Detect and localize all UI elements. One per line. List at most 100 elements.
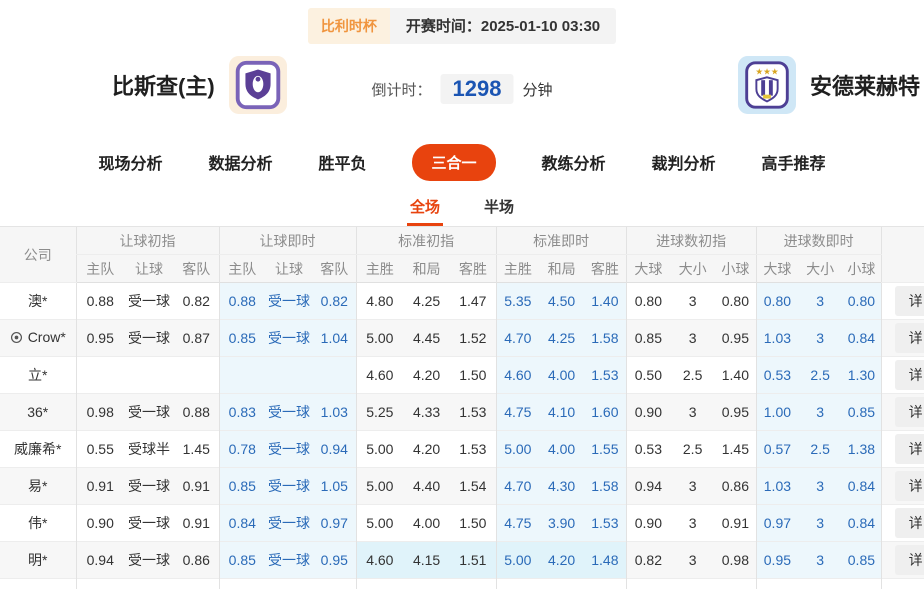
company-name: 伟* xyxy=(28,513,47,533)
away-team: ★★★ 安德莱赫特 xyxy=(738,56,920,114)
odds-cell-hc_init-2: 受一球 xyxy=(124,505,174,542)
odds-cell-std_live-1: 5.35 xyxy=(496,283,539,320)
odds-cell-empty xyxy=(76,579,124,589)
kickoff-time: 开赛时间：2025-01-10 03:30 xyxy=(390,8,616,44)
detail-button[interactable]: 详 xyxy=(895,397,924,427)
odds-cell-std_live-1: 4.75 xyxy=(496,394,539,431)
detail-cell: 详 xyxy=(881,283,924,320)
odds-cell-hc_init-3: 0.91 xyxy=(174,468,219,505)
odds-cell-ou_init-1: 0.94 xyxy=(626,468,670,505)
odds-cell-hc_live-1: 0.84 xyxy=(219,505,265,542)
odds-cell-std_init-1: 5.00 xyxy=(356,468,403,505)
subcol-header-ou_init-2: 大小 xyxy=(670,255,715,283)
odds-cell-hc_init-1: 0.94 xyxy=(76,542,124,579)
group-header-hc_init: 让球初指 xyxy=(76,227,219,255)
odds-table-body: 澳*0.88受一球0.820.88受一球0.824.804.251.475.35… xyxy=(0,283,924,589)
odds-row-6: 易*0.91受一球0.910.85受一球1.055.004.401.544.70… xyxy=(0,468,924,505)
countdown-value: 1298 xyxy=(441,74,514,104)
subcol-header-hc_live-2: 让球 xyxy=(265,255,313,283)
detail-button[interactable]: 详 xyxy=(895,323,924,353)
odds-cell-ou_init-3: 0.86 xyxy=(715,468,756,505)
match-info-bar: 比利时杯 开赛时间：2025-01-10 03:30 xyxy=(0,8,924,44)
odds-cell-ou_init-1: 0.85 xyxy=(626,320,670,357)
company-cell xyxy=(0,579,76,589)
detail-cell xyxy=(881,579,924,589)
odds-cell-hc_init-2: 受一球 xyxy=(124,542,174,579)
odds-cell-std_init-1: 5.00 xyxy=(356,505,403,542)
detail-button[interactable]: 详 xyxy=(895,471,924,501)
odds-row-7: 伟*0.90受一球0.910.84受一球0.975.004.001.504.75… xyxy=(0,505,924,542)
odds-cell-hc_live-2 xyxy=(265,357,313,394)
detail-cell: 详 xyxy=(881,542,924,579)
company-cell: 36* xyxy=(0,394,76,431)
odds-cell-hc_live-1: 0.85 xyxy=(219,468,265,505)
nav-tab-5[interactable]: 教练分析 xyxy=(542,150,606,174)
odds-cell-std_init-2: 4.33 xyxy=(403,394,450,431)
odds-cell-std_init-2: 4.00 xyxy=(403,505,450,542)
odds-cell-std_live-3: 1.53 xyxy=(584,505,626,542)
odds-row-partial xyxy=(0,579,924,589)
odds-cell-std_init-2: 4.40 xyxy=(403,468,450,505)
odds-cell-ou_init-2: 3 xyxy=(670,542,715,579)
odds-cell-hc_live-2: 受一球 xyxy=(265,542,313,579)
detail-button[interactable]: 详 xyxy=(895,434,924,464)
odds-cell-ou_live-2: 3 xyxy=(798,320,842,357)
odds-cell-std_init-1: 4.80 xyxy=(356,283,403,320)
odds-cell-hc_live-3 xyxy=(313,357,356,394)
nav-tab-6[interactable]: 裁判分析 xyxy=(652,150,716,174)
odds-cell-ou_live-3: 1.38 xyxy=(842,431,881,468)
group-header-hc_live: 让球即时 xyxy=(219,227,356,255)
odds-row-5: 威廉希*0.55受球半1.450.78受一球0.945.004.201.535.… xyxy=(0,431,924,468)
group-header-std_init: 标准初指 xyxy=(356,227,496,255)
subtab-1[interactable]: 全场 xyxy=(407,188,443,226)
odds-cell-ou_live-1: 1.00 xyxy=(756,394,798,431)
svg-text:★★★: ★★★ xyxy=(755,66,779,76)
detail-cell: 详 xyxy=(881,505,924,542)
subcol-header-hc_init-2: 让球 xyxy=(124,255,174,283)
odds-cell-std_live-3: 1.60 xyxy=(584,394,626,431)
nav-tab-2[interactable]: 数据分析 xyxy=(208,150,272,174)
odds-cell-hc_init-2: 受一球 xyxy=(124,468,174,505)
league-badge: 比利时杯 xyxy=(308,8,390,44)
odds-cell-hc_live-2: 受一球 xyxy=(265,394,313,431)
nav-tab-4[interactable]: 三合一 xyxy=(412,144,495,181)
nav-tab-7[interactable]: 高手推荐 xyxy=(762,150,826,174)
subcol-header-std_init-1: 主胜 xyxy=(356,255,403,283)
detail-button[interactable]: 详 xyxy=(895,286,924,316)
company-name: 36* xyxy=(27,404,48,420)
odds-cell-hc_live-3: 0.94 xyxy=(313,431,356,468)
subcol-header-ou_live-2: 大小 xyxy=(798,255,842,283)
detail-header xyxy=(881,227,924,283)
nav-tab-3[interactable]: 胜平负 xyxy=(318,150,366,174)
odds-cell-ou_init-2: 3 xyxy=(670,505,715,542)
odds-cell-ou_init-2: 3 xyxy=(670,394,715,431)
company-header: 公司 xyxy=(0,227,76,283)
odds-cell-std_init-3: 1.47 xyxy=(450,283,496,320)
odds-cell-hc_init-3 xyxy=(174,357,219,394)
detail-button[interactable]: 详 xyxy=(895,545,924,575)
odds-cell-ou_live-3: 0.84 xyxy=(842,505,881,542)
odds-cell-hc_live-3: 0.97 xyxy=(313,505,356,542)
odds-cell-hc_init-3: 1.45 xyxy=(174,431,219,468)
group-header-ou_init: 进球数初指 xyxy=(626,227,756,255)
odds-cell-ou_init-1: 0.90 xyxy=(626,394,670,431)
nav-tab-1[interactable]: 现场分析 xyxy=(98,150,162,174)
odds-cell-empty xyxy=(219,579,265,589)
odds-cell-std_live-1: 4.70 xyxy=(496,468,539,505)
company-name: 立* xyxy=(28,365,47,385)
teams-header: 比斯查(主) 倒计时： 1298 分钟 ★★★ 安德莱赫特 xyxy=(0,48,924,138)
odds-cell-std_init-3: 1.50 xyxy=(450,505,496,542)
detail-button[interactable]: 详 xyxy=(895,360,924,390)
odds-cell-std_live-2: 4.00 xyxy=(539,431,584,468)
odds-cell-ou_live-2: 3 xyxy=(798,283,842,320)
odds-cell-ou_init-3: 0.80 xyxy=(715,283,756,320)
odds-cell-hc_init-1: 0.91 xyxy=(76,468,124,505)
odds-cell-ou_live-2: 3 xyxy=(798,505,842,542)
odds-cell-empty xyxy=(584,579,626,589)
subtab-2[interactable]: 半场 xyxy=(481,188,517,226)
detail-button[interactable]: 详 xyxy=(895,508,924,538)
odds-row-8: 明*0.94受一球0.860.85受一球0.954.604.151.515.00… xyxy=(0,542,924,579)
odds-cell-empty xyxy=(265,579,313,589)
odds-cell-std_init-3: 1.51 xyxy=(450,542,496,579)
odds-table-head: 公司让球初指让球即时标准初指标准即时进球数初指进球数即时主队让球客队主队让球客队… xyxy=(0,227,924,283)
